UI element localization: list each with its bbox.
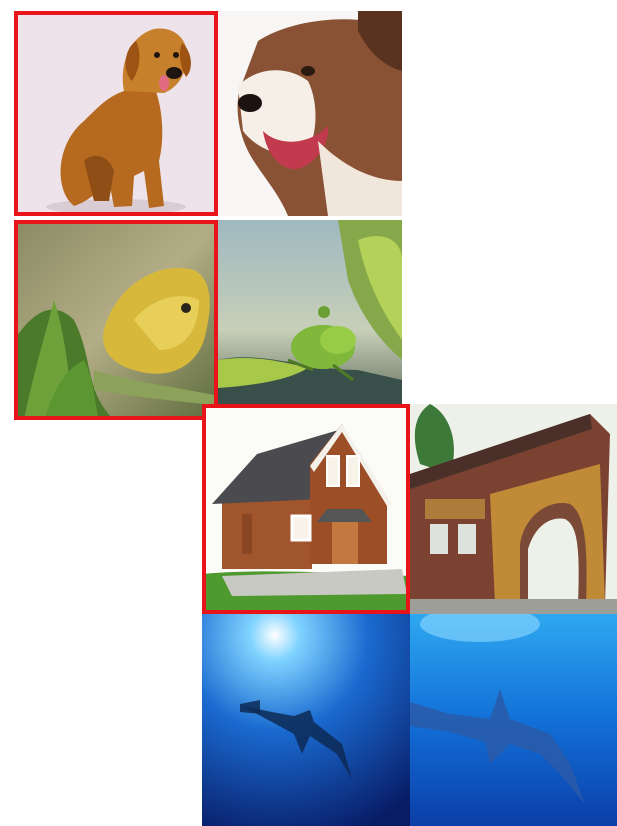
tile-wooden-house — [202, 404, 410, 614]
golden-retriever-image — [14, 11, 218, 216]
butterfly-image — [14, 220, 218, 420]
wooden-house-image — [202, 404, 410, 614]
tile-brick-building — [410, 404, 617, 614]
hammerhead-shark-1-image — [202, 614, 410, 826]
tile-hammerhead-shark-1 — [202, 614, 410, 826]
husky-closeup-image — [218, 11, 402, 216]
tile-golden-retriever — [14, 11, 218, 216]
green-insect-image — [218, 220, 402, 420]
tile-husky-closeup — [218, 11, 402, 216]
image-comparison-grid — [0, 0, 617, 826]
brick-building-image — [410, 404, 617, 614]
tile-butterfly-on-plant — [14, 220, 218, 420]
tile-green-insect-on-leaf — [218, 220, 402, 420]
hammerhead-shark-2-image — [410, 614, 617, 826]
tile-hammerhead-shark-2 — [410, 614, 617, 826]
